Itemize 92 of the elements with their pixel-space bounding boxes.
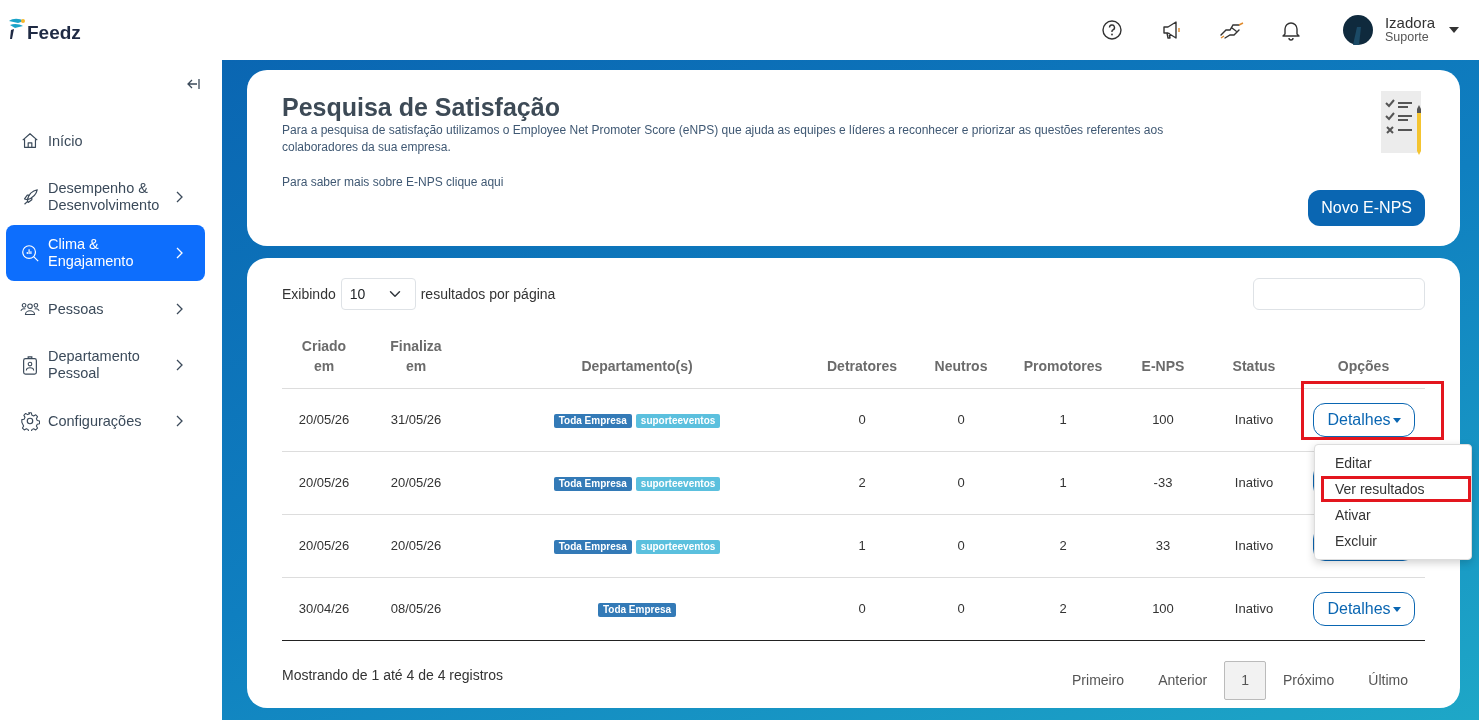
page-link[interactable]: Anterior	[1141, 661, 1225, 700]
table-cell: 20/05/26	[390, 475, 442, 491]
table-cell: Inativo	[1234, 538, 1274, 554]
sidebar-item[interactable]: Configurações	[6, 393, 205, 449]
table-cell: 20/05/26	[298, 475, 350, 491]
table-cell: 31/05/26	[390, 412, 442, 428]
department-tag: Toda Empresa	[553, 477, 632, 492]
table-cell: 08/05/26	[390, 601, 442, 617]
sidebar-item[interactable]: Pessoas	[6, 281, 205, 337]
chevron-icon	[176, 247, 183, 259]
table-cell: 1	[858, 538, 866, 554]
page-link[interactable]: Próximo	[1265, 661, 1352, 700]
table-cell: 1	[1059, 412, 1067, 428]
chevron-icon	[176, 191, 183, 203]
department-tag: suporteeventos	[635, 414, 721, 429]
search-field[interactable]	[1253, 278, 1425, 310]
table-cell: 0	[957, 475, 965, 491]
user-name: Izadora	[1384, 15, 1435, 30]
column-header: Finaliza em	[366, 336, 466, 389]
table-cell: 0	[858, 412, 866, 428]
table-cell: 2	[858, 475, 866, 491]
megaphone-icon[interactable]	[1160, 19, 1183, 41]
page-size-select[interactable]: 10	[340, 278, 416, 310]
table-cell: Inativo	[1234, 601, 1274, 617]
menu-item[interactable]: Ver resultados	[1321, 476, 1471, 502]
help-icon[interactable]	[1100, 19, 1123, 41]
column-header: Opções	[1302, 336, 1425, 389]
show-label: Exibindo	[282, 284, 336, 304]
feedz-logo[interactable]: Feedz	[8, 17, 81, 43]
column-header: Criado em	[282, 336, 366, 389]
more-info-link[interactable]: clique aqui	[446, 175, 504, 189]
menu-item[interactable]: Editar	[1315, 450, 1471, 476]
bell-icon[interactable]	[1280, 19, 1301, 41]
table-cell: 0	[957, 601, 965, 617]
table-cell: 0	[957, 538, 965, 554]
column-header: Status	[1206, 336, 1302, 389]
table-cell: 20/05/26	[390, 538, 442, 554]
table-cell: 100	[1152, 412, 1174, 428]
sidebar-item[interactable]: Clima & Engajamento	[6, 225, 205, 281]
page-link[interactable]: Último	[1351, 661, 1425, 700]
chevron-icon	[176, 415, 183, 427]
handshake-icon[interactable]	[1218, 19, 1245, 41]
caret-icon	[1392, 417, 1401, 423]
page-link[interactable]: Primeiro	[1055, 661, 1142, 700]
table-cell: -33	[1153, 475, 1173, 491]
user-role: Suporte	[1384, 30, 1430, 45]
table-cell: 20/05/26	[298, 538, 350, 554]
table-cell: 100	[1152, 601, 1174, 617]
table-cell: 2	[1059, 538, 1067, 554]
new-enps-button[interactable]: Novo E-NPS	[1308, 190, 1425, 226]
collapse-icon[interactable]	[186, 78, 200, 90]
more-info-text: Para saber mais sobre E-NPS	[282, 175, 443, 189]
caret-icon	[1392, 606, 1401, 612]
menu-item[interactable]: Ativar	[1315, 502, 1471, 528]
table-cell: 33	[1155, 538, 1171, 554]
department-tag: Toda Empresa	[553, 414, 632, 429]
records-summary: Mostrando de 1 até 4 de 4 registros	[282, 666, 504, 685]
department-tag: Toda Empresa	[553, 540, 632, 555]
table-cell: 0	[957, 412, 965, 428]
column-header: E-NPS	[1120, 336, 1206, 389]
id-badge-icon	[20, 355, 40, 375]
department-tag: suporteeventos	[635, 540, 721, 555]
column-header: Neutros	[916, 336, 1006, 389]
per-page-label: resultados por página	[420, 284, 556, 304]
chart-search-icon	[20, 243, 40, 263]
home-icon	[20, 131, 40, 151]
chevron-icon	[176, 303, 183, 315]
department-tag: suporteeventos	[635, 477, 721, 492]
settings-icon	[20, 411, 40, 431]
table-cell: Inativo	[1234, 412, 1274, 428]
menu-item[interactable]: Excluir	[1315, 528, 1471, 554]
column-header: Promotores	[1006, 336, 1120, 389]
table-cell: 20/05/26	[298, 412, 350, 428]
table-cell: 1	[1059, 475, 1067, 491]
column-header: Departamento(s)	[466, 336, 808, 389]
details-button[interactable]: Detalhes	[1313, 403, 1415, 437]
sidebar-item[interactable]: Departamento Pessoal	[6, 337, 205, 393]
department-tag: Toda Empresa	[597, 603, 677, 618]
sidebar-item[interactable]: Desempenho & Desenvolvimento	[6, 169, 205, 225]
page-description: Para a pesquisa de satisfação utilizamos o Employee Net Promoter Score (eNPS) que ajuda as equipes e líderes a reconhecer e priorizar as questões referentes aos colaboradores da sua empresa.	[282, 122, 1165, 156]
column-header: Detratores	[808, 336, 916, 389]
page-link[interactable]: 1	[1224, 661, 1266, 700]
table-cell: 0	[858, 601, 866, 617]
avatar[interactable]	[1342, 15, 1373, 45]
details-button[interactable]: Detalhes	[1313, 592, 1415, 626]
caret-icon[interactable]	[1449, 27, 1459, 33]
sidebar-item[interactable]: Início	[6, 113, 205, 169]
table-cell: 2	[1059, 601, 1067, 617]
table-cell: Inativo	[1234, 475, 1274, 491]
table-cell: 30/04/26	[298, 601, 350, 617]
chevron-icon	[176, 359, 183, 371]
page-title: Pesquisa de Satisfação	[282, 92, 561, 122]
